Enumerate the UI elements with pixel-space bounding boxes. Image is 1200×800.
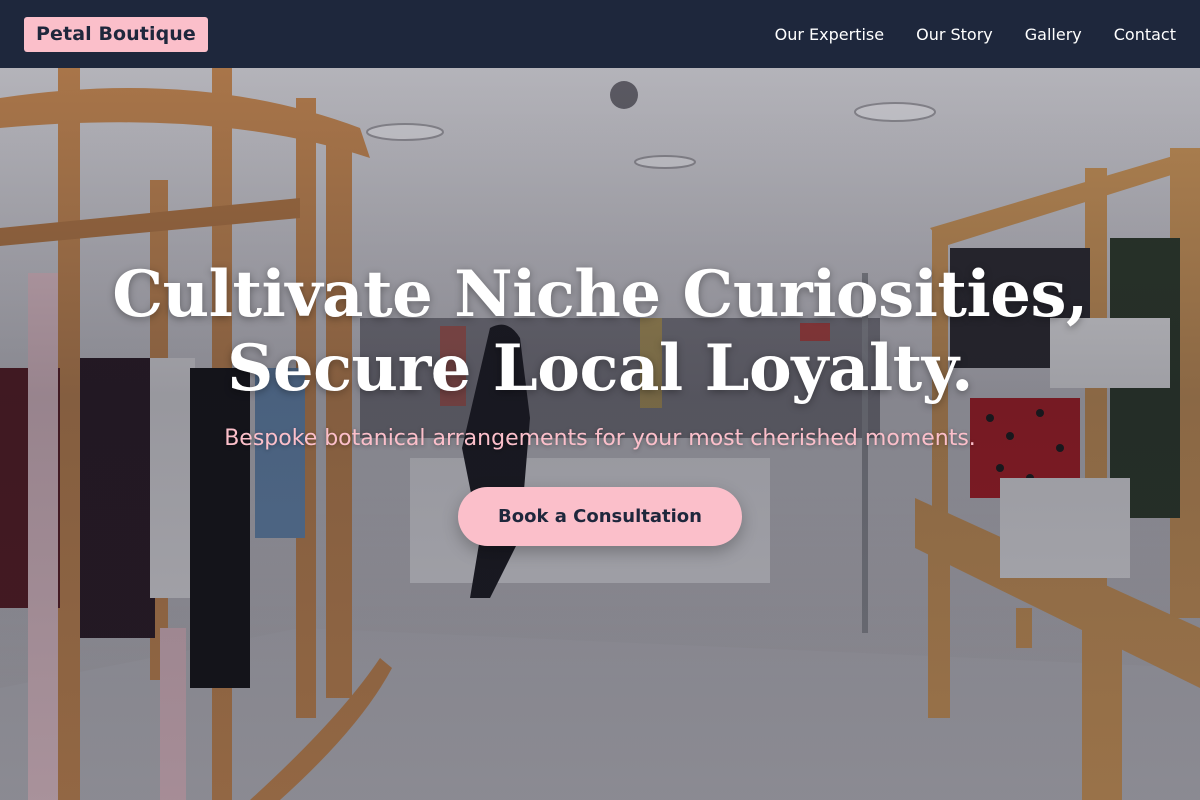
nav-link-gallery[interactable]: Gallery: [1025, 25, 1082, 44]
nav-link-contact[interactable]: Contact: [1114, 25, 1176, 44]
nav-link-our-story[interactable]: Our Story: [916, 25, 993, 44]
top-navbar: Petal Boutique Our Expertise Our Story G…: [0, 0, 1200, 68]
hero-content: Cultivate Niche Curiosities, Secure Loca…: [0, 258, 1200, 546]
main-nav: Our Expertise Our Story Gallery Contact: [775, 25, 1176, 44]
hero-headline: Cultivate Niche Curiosities, Secure Loca…: [0, 258, 1200, 406]
hero-headline-line-2: Secure Local Loyalty.: [227, 331, 973, 406]
hero-headline-line-1: Cultivate Niche Curiosities,: [112, 257, 1088, 332]
brand-logo[interactable]: Petal Boutique: [24, 16, 208, 52]
book-consultation-button[interactable]: Book a Consultation: [458, 487, 742, 546]
nav-link-our-expertise[interactable]: Our Expertise: [775, 25, 884, 44]
hero-subtitle: Bespoke botanical arrangements for your …: [224, 426, 976, 451]
hero-section: Cultivate Niche Curiosities, Secure Loca…: [0, 68, 1200, 800]
